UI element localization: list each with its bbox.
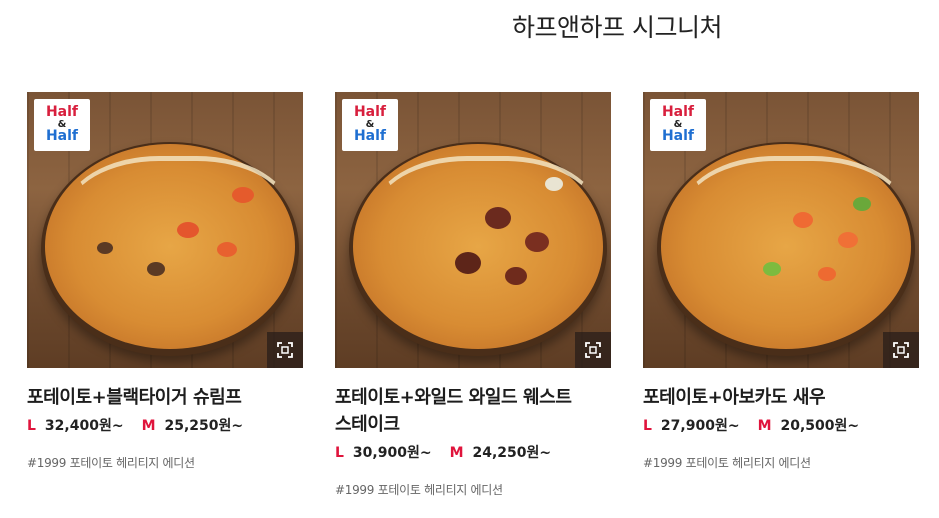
zoom-button[interactable]: [883, 332, 919, 368]
zoom-button[interactable]: [575, 332, 611, 368]
price-m: 20,500원~: [780, 418, 860, 434]
product-note: #1999 포테이토 헤리티지 에디션: [27, 456, 195, 470]
product-note: #1999 포테이토 헤리티지 에디션: [643, 456, 811, 470]
pizza-image[interactable]: Half & Half: [643, 92, 919, 368]
zoom-button[interactable]: [267, 332, 303, 368]
product-prices: L 32,400원~ M 25,250원~: [27, 415, 303, 435]
zoom-expand-icon: [277, 342, 293, 358]
half-and-half-logo: Half & Half: [650, 99, 706, 151]
size-m-label: M: [757, 418, 772, 434]
product-card-potato-avocado-shrimp[interactable]: Half & Half 포테이토+아보카도 새우 L 27,900원~ M 20,50…: [643, 92, 919, 471]
product-name[interactable]: 포테이토+와일드 와일드 웨스트 스테이크: [335, 384, 611, 438]
size-l-label: L: [643, 418, 652, 434]
zoom-expand-icon: [585, 342, 601, 358]
product-name[interactable]: 포테이토+아보카도 새우: [643, 384, 919, 411]
size-m-label: M: [141, 418, 156, 434]
product-note: #1999 포테이토 헤리티지 에디션: [335, 483, 503, 497]
product-card-potato-black-tiger-shrimp[interactable]: Half & Half 포테이토+블랙타이거 슈림프 L 32,400원~ M 25,…: [27, 92, 303, 471]
half-and-half-logo: Half & Half: [342, 99, 398, 151]
zoom-expand-icon: [893, 342, 909, 358]
size-l-label: L: [335, 445, 344, 461]
size-l-label: L: [27, 418, 36, 434]
product-prices: L 30,900원~ M 24,250원~: [335, 442, 611, 462]
half-and-half-logo: Half & Half: [34, 99, 90, 151]
price-l: 27,900원~: [660, 418, 740, 434]
price-m: 24,250원~: [472, 445, 552, 461]
price-l: 30,900원~: [352, 445, 432, 461]
pizza-image[interactable]: Half & Half: [27, 92, 303, 368]
price-m: 25,250원~: [164, 418, 244, 434]
product-prices: L 27,900원~ M 20,500원~: [643, 415, 919, 435]
page-title: 하프앤하프 시그니처: [512, 13, 722, 42]
pizza-image[interactable]: Half & Half: [335, 92, 611, 368]
product-card-potato-wild-west-steak[interactable]: Half & Half 포테이토+와일드 와일드 웨스트 스테이크 L 30,90…: [335, 92, 611, 498]
size-m-label: M: [449, 445, 464, 461]
price-l: 32,400원~: [44, 418, 124, 434]
product-name[interactable]: 포테이토+블랙타이거 슈림프: [27, 384, 303, 411]
